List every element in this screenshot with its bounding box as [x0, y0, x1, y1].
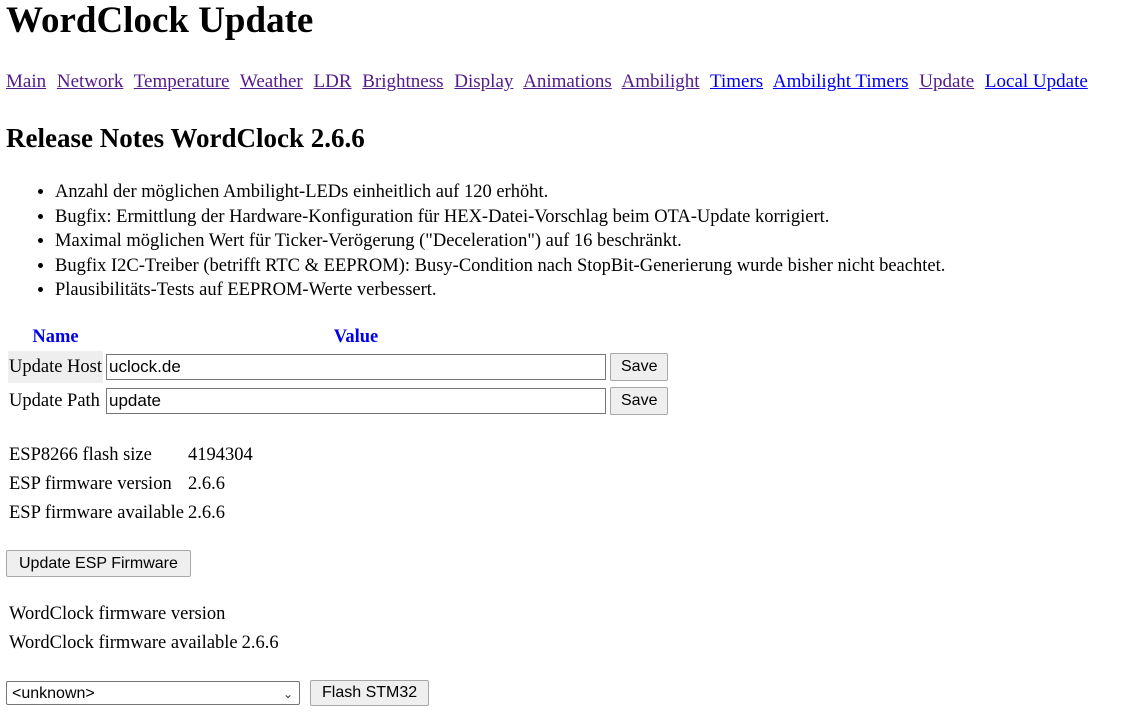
setting-value-cell: [105, 385, 607, 417]
esp-firmware-version-value: 2.6.6: [188, 474, 226, 494]
esp-firmware-available-label: ESP firmware available: [9, 503, 185, 523]
esp-firmware-available-value: 2.6.6: [188, 503, 226, 523]
release-note-item: Plausibilitäts-Tests auf EEPROM-Werte ve…: [55, 278, 945, 303]
wordclock-firmware-available-label: WordClock firmware available: [9, 633, 238, 653]
setting-name-update-host: Update Host: [8, 351, 103, 383]
nav-link-ldr[interactable]: LDR: [314, 71, 352, 92]
nav-link-animations[interactable]: Animations: [523, 71, 612, 92]
update-esp-firmware-button[interactable]: Update ESP Firmware: [6, 550, 191, 577]
esp-info-row: ESP firmware version 2.6.6: [8, 471, 254, 498]
save-update-host-button[interactable]: Save: [610, 353, 669, 381]
setting-row-update-host: Update Host Save: [8, 351, 669, 383]
action-column-header: [609, 325, 669, 349]
release-notes-list: Anzahl der möglichen Ambilight-LEDs einh…: [28, 180, 945, 303]
nav-link-local-update[interactable]: Local Update: [985, 71, 1088, 92]
settings-table: Name Value Update Host Save Update Path …: [6, 323, 671, 419]
esp-info-row: ESP firmware available 2.6.6: [8, 500, 254, 527]
setting-name-update-path: Update Path: [9, 390, 100, 411]
nav-link-brightness[interactable]: Brightness: [362, 71, 443, 92]
name-column-header: Name: [32, 326, 79, 347]
wordclock-info-row: WordClock firmware version: [8, 601, 280, 628]
chevron-down-icon: ⌄: [282, 687, 293, 701]
esp-firmware-version-label: ESP firmware version: [9, 474, 172, 494]
nav-link-display[interactable]: Display: [454, 71, 513, 92]
esp-flash-size-value: 4194304: [188, 445, 253, 465]
settings-header-row: Name Value: [8, 325, 669, 349]
update-path-input[interactable]: [106, 388, 606, 414]
firmware-file-selected: <unknown>: [12, 685, 95, 702]
esp-info-table: ESP8266 flash size 4194304 ESP firmware …: [6, 440, 256, 529]
esp-flash-size-label: ESP8266 flash size: [9, 445, 152, 465]
nav-link-update[interactable]: Update: [919, 71, 974, 92]
save-update-path-button[interactable]: Save: [610, 387, 669, 415]
page-title: WordClock Update: [6, 0, 314, 41]
setting-value-cell: [105, 351, 607, 383]
release-notes-heading: Release Notes WordClock 2.6.6: [6, 123, 365, 153]
flash-row: <unknown> ⌄ Flash STM32: [6, 680, 430, 706]
firmware-file-select[interactable]: <unknown> ⌄: [6, 681, 300, 705]
release-note-item: Maximal möglichen Wert für Ticker-Veröge…: [55, 229, 945, 254]
top-nav: Main Network Temperature Weather LDR Bri…: [6, 70, 1094, 94]
setting-action-cell: Save: [609, 351, 669, 383]
wordclock-info-table: WordClock firmware version WordClock fir…: [6, 599, 282, 659]
nav-link-main[interactable]: Main: [6, 71, 46, 92]
esp-info-row: ESP8266 flash size 4194304: [8, 442, 254, 469]
release-note-item: Bugfix: Ermittlung der Hardware-Konfigur…: [55, 205, 945, 230]
nav-link-ambilight-timers[interactable]: Ambilight Timers: [773, 71, 909, 92]
wordclock-firmware-version-label: WordClock firmware version: [9, 604, 226, 624]
nav-link-network[interactable]: Network: [57, 71, 123, 92]
value-column-header: Value: [333, 326, 379, 347]
wordclock-info-row: WordClock firmware available 2.6.6: [8, 630, 280, 657]
setting-action-cell: Save: [609, 385, 669, 417]
nav-link-weather[interactable]: Weather: [240, 71, 303, 92]
nav-link-ambilight[interactable]: Ambilight: [621, 71, 699, 92]
wordclock-firmware-version-value: [241, 601, 280, 628]
update-host-input[interactable]: [106, 354, 606, 380]
nav-link-temperature[interactable]: Temperature: [134, 71, 230, 92]
release-note-item: Anzahl der möglichen Ambilight-LEDs einh…: [55, 180, 945, 205]
nav-link-timers[interactable]: Timers: [710, 71, 763, 92]
release-note-item: Bugfix I2C-Treiber (betrifft RTC & EEPRO…: [55, 254, 945, 279]
flash-stm32-button[interactable]: Flash STM32: [310, 680, 430, 706]
wordclock-firmware-available-value: 2.6.6: [241, 633, 279, 653]
setting-row-update-path: Update Path Save: [8, 385, 669, 417]
